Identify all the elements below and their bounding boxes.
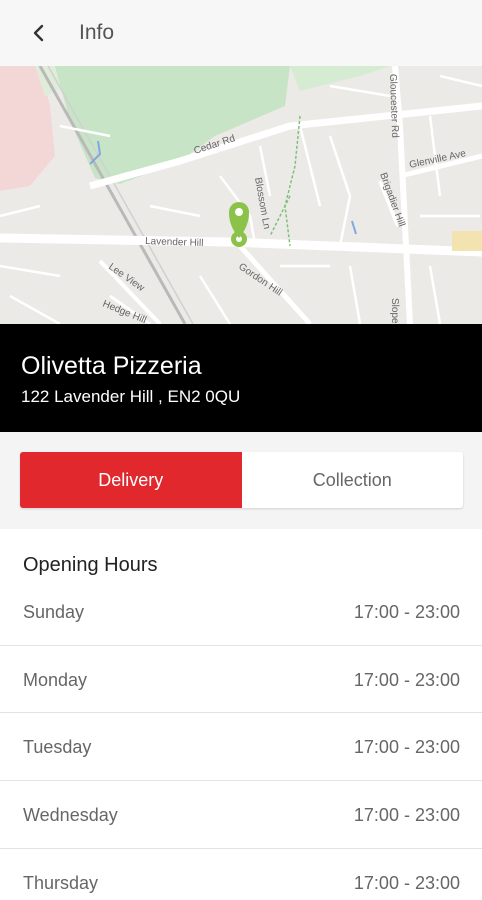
- day-label: Thursday: [23, 873, 99, 893]
- page-title: Info: [79, 21, 115, 44]
- hours-row-thursday: Thursday 17:00 - 23:00: [0, 873, 482, 894]
- divider: [0, 848, 482, 849]
- day-label: Wednesday: [23, 805, 118, 825]
- hours-value: 17:00 - 23:00: [353, 737, 460, 757]
- hours-value: 17:00 - 23:00: [353, 873, 460, 893]
- street-label: Slopes: [389, 298, 400, 324]
- app-bar: Info: [0, 0, 482, 66]
- divider: [0, 780, 482, 781]
- location-pin-icon[interactable]: [229, 202, 249, 247]
- back-arrow-icon[interactable]: [19, 13, 59, 53]
- hours-value: 17:00 - 23:00: [353, 602, 460, 622]
- opening-hours-card: Opening Hours Sunday 17:00 - 23:00 Monda…: [0, 529, 482, 900]
- day-label: Sunday: [23, 602, 85, 622]
- hours-row-sunday: Sunday 17:00 - 23:00: [0, 602, 482, 623]
- hours-row-tuesday: Tuesday 17:00 - 23:00: [0, 737, 482, 758]
- collection-button[interactable]: Collection: [241, 452, 463, 508]
- hours-value: 17:00 - 23:00: [353, 805, 460, 825]
- restaurant-name: Olivetta Pizzeria: [21, 352, 202, 380]
- opening-hours-title: Opening Hours: [23, 554, 158, 576]
- day-label: Monday: [23, 670, 88, 690]
- restaurant-address: 122 Lavender Hill , EN2 0QU: [21, 387, 241, 406]
- street-label: Lavender Hill: [145, 236, 204, 249]
- hours-value: 17:00 - 23:00: [353, 670, 460, 690]
- location-map[interactable]: Cedar Rd Gloucester Rd Glenville Ave Blo…: [0, 66, 482, 324]
- divider: [0, 712, 482, 713]
- street-label: Gloucester Rd: [387, 74, 400, 138]
- delivery-button[interactable]: Delivery: [20, 452, 242, 508]
- order-mode-toggle: Delivery Collection: [20, 452, 463, 508]
- restaurant-banner: Olivetta Pizzeria 122 Lavender Hill , EN…: [0, 324, 482, 432]
- hours-row-monday: Monday 17:00 - 23:00: [0, 670, 482, 691]
- divider: [0, 645, 482, 646]
- day-label: Tuesday: [23, 737, 92, 757]
- hours-row-wednesday: Wednesday 17:00 - 23:00: [0, 805, 482, 826]
